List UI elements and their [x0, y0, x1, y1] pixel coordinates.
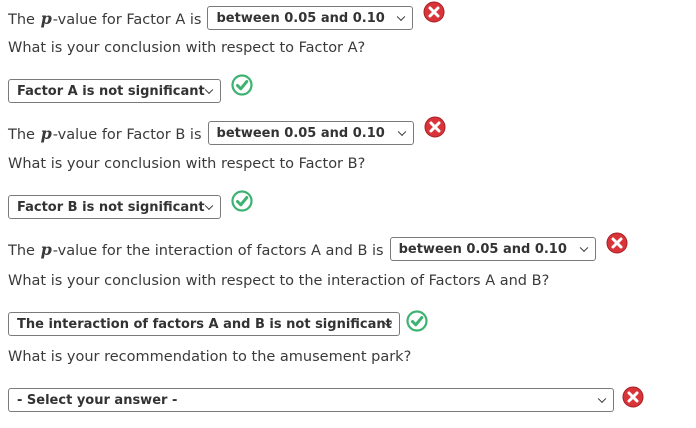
question-suffix: -value for the interaction of factors A … [52, 242, 384, 259]
chevron-down-icon [204, 85, 214, 95]
recommendation-question: What is your recommendation to the amuse… [8, 349, 411, 365]
question-prefix: The [8, 242, 35, 259]
p-variable: p [40, 239, 52, 259]
question-suffix: -value for Factor B is [52, 126, 202, 143]
interaction-conclusion-question: What is your conclusion with respect to … [8, 273, 549, 289]
recommendation-row: - Select your answer - [8, 386, 644, 412]
factor-b-pvalue-row: The p-value for Factor B is between 0.05… [8, 116, 446, 145]
selected-value: - Select your answer - [17, 392, 178, 408]
correct-icon [406, 310, 428, 332]
chevron-down-icon [597, 394, 607, 404]
factor-a-conclusion-select[interactable]: Factor A is not significant [8, 79, 221, 103]
selected-value: Factor B is not significant [17, 199, 205, 215]
interaction-pvalue-select[interactable]: between 0.05 and 0.10 [389, 237, 596, 261]
selected-value: The interaction of factors A and B is no… [17, 316, 392, 332]
selected-value: Factor A is not significant [17, 83, 205, 99]
question-page: The p-value for Factor A is between 0.05… [0, 0, 696, 428]
factor-b-conclusion-question: What is your conclusion with respect to … [8, 156, 365, 172]
incorrect-icon [606, 232, 628, 254]
interaction-conclusion-select[interactable]: The interaction of factors A and B is no… [8, 312, 400, 336]
chevron-down-icon [579, 243, 588, 253]
question-text: What is your conclusion with respect to … [8, 273, 550, 289]
selected-value: between 0.05 and 0.10 [398, 241, 567, 257]
selected-value: between 0.05 and 0.10 [216, 10, 385, 26]
incorrect-icon [424, 116, 446, 138]
factor-b-pvalue-select[interactable]: between 0.05 and 0.10 [207, 121, 414, 145]
question-text: What is your conclusion with respect to … [8, 156, 366, 172]
recommendation-select[interactable]: - Select your answer - [8, 388, 614, 412]
incorrect-icon [423, 1, 445, 23]
question-prefix: The [8, 126, 35, 143]
chevron-down-icon [397, 12, 406, 22]
question-text: The p-value for the interaction of facto… [8, 240, 384, 259]
factor-a-conclusion-row: Factor A is not significant [8, 74, 253, 103]
correct-icon [231, 190, 253, 212]
chevron-down-icon [397, 127, 406, 137]
question-prefix: The [8, 11, 35, 28]
selected-value: between 0.05 and 0.10 [216, 125, 385, 141]
incorrect-icon [622, 386, 644, 408]
factor-a-pvalue-row: The p-value for Factor A is between 0.05… [8, 1, 445, 30]
chevron-down-icon [204, 201, 214, 211]
factor-a-pvalue-select[interactable]: between 0.05 and 0.10 [207, 6, 414, 30]
factor-b-conclusion-row: Factor B is not significant [8, 190, 253, 219]
correct-icon [231, 74, 253, 96]
factor-a-conclusion-question: What is your conclusion with respect to … [8, 40, 365, 56]
question-suffix: -value for Factor A is [52, 11, 202, 28]
p-variable: p [40, 123, 52, 143]
question-text: What is your recommendation to the amuse… [8, 349, 412, 365]
question-text: What is your conclusion with respect to … [8, 40, 366, 56]
p-variable: p [40, 8, 52, 28]
factor-b-conclusion-select[interactable]: Factor B is not significant [8, 195, 221, 219]
interaction-pvalue-row: The p-value for the interaction of facto… [8, 232, 628, 261]
question-text: The p-value for Factor A is [8, 9, 201, 28]
interaction-conclusion-row: The interaction of factors A and B is no… [8, 310, 428, 336]
question-text: The p-value for Factor B is [8, 124, 202, 143]
